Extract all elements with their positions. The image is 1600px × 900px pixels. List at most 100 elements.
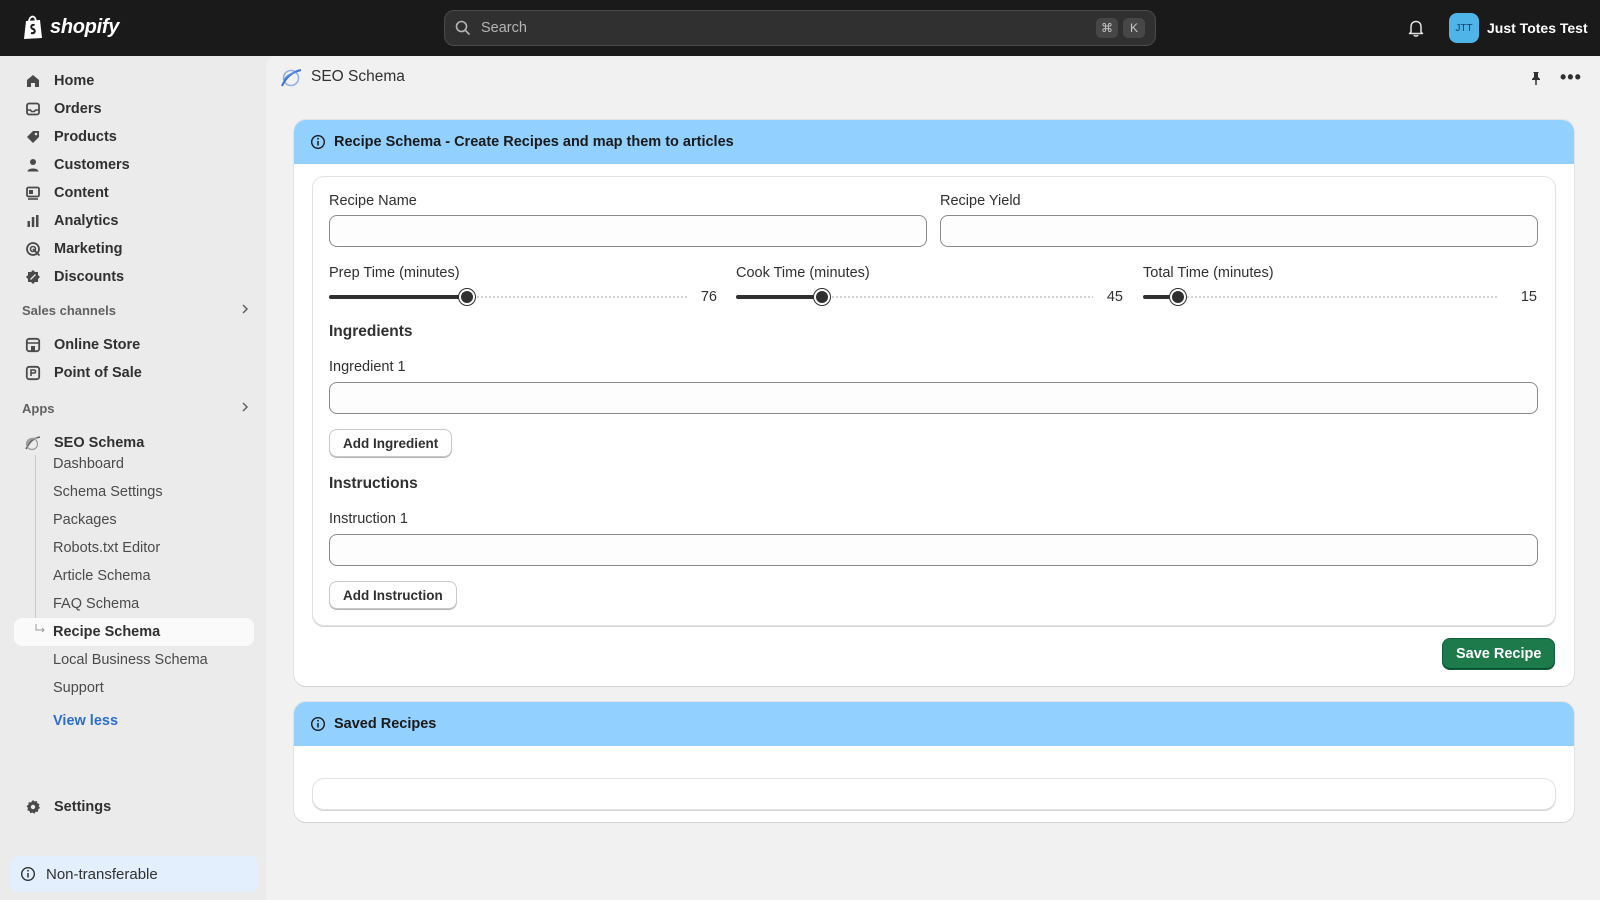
recipe-form: Recipe Name Recipe Yield Prep Time (minu…	[312, 176, 1556, 626]
cook-time-label: Cook Time (minutes)	[736, 265, 870, 281]
ingredients-heading: Ingredients	[329, 323, 413, 340]
slider-thumb[interactable]	[1169, 289, 1186, 305]
sidebar-item-label: Content	[54, 185, 109, 201]
slider-fill	[329, 295, 467, 299]
target-icon	[24, 240, 42, 258]
more-actions-icon[interactable]: •••	[1560, 67, 1582, 88]
sidebar-item-label: Home	[54, 73, 95, 89]
recipe-schema-banner-title: Recipe Schema - Create Recipes and map t…	[334, 134, 734, 150]
saved-recipes-list	[312, 778, 1556, 810]
slider-thumb[interactable]	[813, 289, 830, 305]
shortcut-k-key: K	[1123, 18, 1145, 38]
sidebar-item-point-of-sale[interactable]: Point of Sale	[14, 359, 254, 387]
shopify-logo[interactable]: shopify	[22, 14, 119, 40]
main-content: SEO Schema ••• Recipe Schema - Create Re…	[266, 56, 1600, 900]
cook-time-value: 45	[1106, 289, 1123, 305]
bell-icon[interactable]	[1406, 18, 1426, 38]
prep-time-slider[interactable]	[329, 287, 687, 307]
sidebar-sub-item-robots-editor[interactable]: Robots.txt Editor	[14, 534, 254, 562]
sidebar-item-label: Online Store	[54, 337, 141, 353]
sidebar-sub-item-packages[interactable]: Packages	[14, 506, 254, 534]
store-icon	[24, 336, 42, 354]
sidebar-sub-item-dashboard[interactable]: Dashboard	[14, 450, 254, 478]
shortcut-cmd-key: ⌘	[1096, 18, 1118, 38]
seo-schema-app-icon	[281, 69, 302, 87]
shopify-wordmark: shopify	[50, 15, 120, 38]
add-instruction-button[interactable]: Add Instruction	[329, 581, 457, 609]
pin-icon[interactable]	[1528, 70, 1544, 86]
sidebar-sub-item-local-business-schema[interactable]: Local Business Schema	[14, 646, 254, 674]
sidebar-item-orders[interactable]: Orders	[14, 95, 254, 123]
sales-channels-title: Sales channels	[22, 303, 116, 318]
sidebar-item-home[interactable]: Home	[14, 67, 254, 95]
recipe-schema-card: Recipe Schema - Create Recipes and map t…	[294, 120, 1574, 686]
tag-icon	[24, 128, 42, 146]
sidebar-item-label: SEO Schema	[54, 435, 145, 451]
info-icon	[20, 866, 36, 882]
discount-icon	[24, 268, 42, 286]
sidebar-item-label: Settings	[54, 799, 112, 815]
apps-header[interactable]: Apps	[22, 401, 250, 416]
sidebar-item-customers[interactable]: Customers	[14, 151, 254, 179]
recipe-yield-input[interactable]	[940, 215, 1538, 247]
prep-time-label: Prep Time (minutes)	[329, 265, 460, 281]
bar-chart-icon	[24, 212, 42, 230]
sidebar-sub-item-faq-schema[interactable]: FAQ Schema	[14, 590, 254, 618]
sidebar-item-content[interactable]: Content	[14, 179, 254, 207]
sidebar-item-settings[interactable]: Settings	[14, 793, 254, 821]
account-menu[interactable]: JTT Just Totes Test	[1449, 13, 1588, 43]
recipe-yield-label: Recipe Yield	[940, 193, 1021, 209]
sales-channels-header[interactable]: Sales channels	[22, 303, 250, 318]
info-icon	[310, 716, 326, 732]
sidebar-item-online-store[interactable]: Online Store	[14, 331, 254, 359]
sidebar-sub-item-recipe-schema[interactable]: Recipe Schema	[14, 618, 254, 646]
sidebar-item-products[interactable]: Products	[14, 123, 254, 151]
inbox-icon	[24, 100, 42, 118]
sidebar-sub-item-article-schema[interactable]: Article Schema	[14, 562, 254, 590]
chevron-right-icon	[240, 401, 250, 416]
ingredient-1-input[interactable]	[329, 382, 1538, 414]
avatar: JTT	[1449, 13, 1479, 43]
sidebar-sub-item-schema-settings[interactable]: Schema Settings	[14, 478, 254, 506]
instruction-1-label: Instruction 1	[329, 511, 408, 527]
sidebar-item-label: Marketing	[54, 241, 123, 257]
sidebar-item-analytics[interactable]: Analytics	[14, 207, 254, 235]
total-time-label: Total Time (minutes)	[1143, 265, 1274, 281]
chevron-right-icon	[240, 303, 250, 318]
app-title-bar: SEO Schema •••	[266, 56, 1600, 100]
non-transferable-banner[interactable]: Non-transferable	[10, 856, 258, 892]
sidebar-sub-item-label: Recipe Schema	[53, 624, 161, 640]
home-icon	[24, 72, 42, 90]
search-placeholder: Search	[481, 20, 527, 36]
saved-recipes-card: Saved Recipes	[294, 702, 1574, 822]
ingredient-1-label: Ingredient 1	[329, 359, 406, 375]
sidebar-item-label: Customers	[54, 157, 130, 173]
sidebar-item-marketing[interactable]: Marketing	[14, 235, 254, 263]
sidebar-item-label: Products	[54, 129, 117, 145]
sidebar-item-discounts[interactable]: Discounts	[14, 263, 254, 291]
saved-recipes-banner: Saved Recipes	[294, 702, 1574, 746]
instruction-1-input[interactable]	[329, 534, 1538, 566]
slider-fill	[736, 295, 822, 299]
search-icon	[455, 20, 471, 36]
saved-recipes-title: Saved Recipes	[334, 716, 437, 732]
total-time-slider[interactable]	[1143, 287, 1499, 307]
search-input[interactable]: Search ⌘ K	[444, 10, 1156, 46]
account-name: Just Totes Test	[1487, 20, 1588, 36]
add-ingredient-button[interactable]: Add Ingredient	[329, 429, 453, 457]
person-icon	[24, 156, 42, 174]
instructions-heading: Instructions	[329, 475, 418, 492]
sidebar-sub-item-support[interactable]: Support	[14, 674, 254, 702]
cook-time-slider[interactable]	[736, 287, 1093, 307]
view-less-link[interactable]: View less	[53, 713, 118, 729]
info-icon	[310, 134, 326, 150]
top-bar: shopify Search ⌘ K JTT Just Totes Test	[0, 0, 1600, 56]
prep-time-value: 76	[700, 289, 717, 305]
recipe-schema-banner: Recipe Schema - Create Recipes and map t…	[294, 120, 1574, 164]
recipe-name-input[interactable]	[329, 215, 927, 247]
save-recipe-button[interactable]: Save Recipe	[1442, 638, 1556, 670]
slider-thumb[interactable]	[458, 289, 475, 305]
sidebar-item-label: Analytics	[54, 213, 119, 229]
recipe-name-label: Recipe Name	[329, 193, 417, 209]
total-time-value: 15	[1520, 289, 1537, 305]
